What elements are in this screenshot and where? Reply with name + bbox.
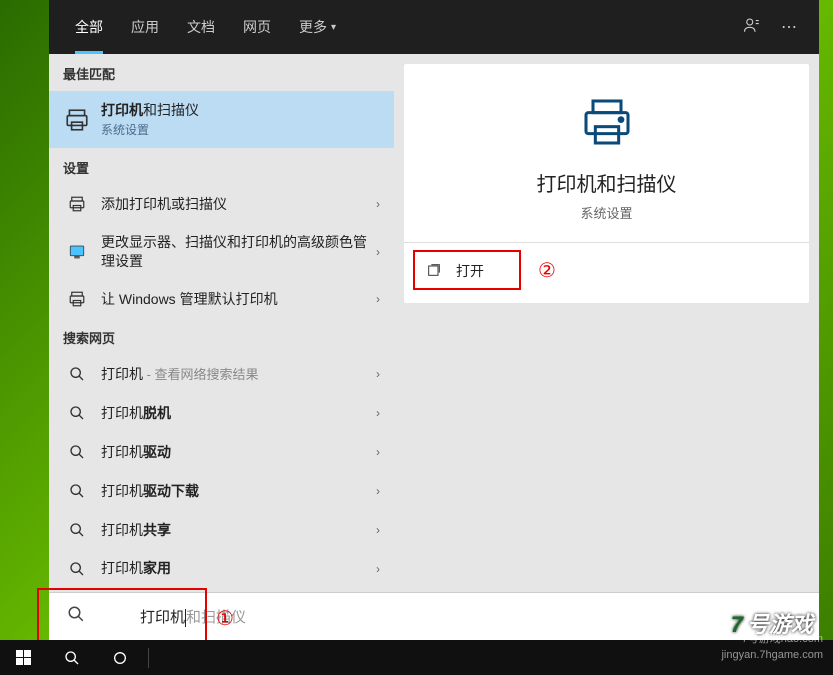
open-button[interactable]: 打开 xyxy=(404,251,809,291)
annotation-label-1: ① xyxy=(216,606,234,631)
feedback-icon[interactable] xyxy=(733,16,771,39)
start-button[interactable] xyxy=(0,640,48,675)
web-result-item[interactable]: 打印机驱动下载 › xyxy=(49,472,394,511)
search-icon xyxy=(63,405,91,421)
chevron-right-icon: › xyxy=(376,292,380,306)
printer-icon xyxy=(63,107,91,133)
web-result-item[interactable]: 打印机家用 › xyxy=(49,549,394,588)
preview-pane: 打印机和扫描仪 系统设置 打开 xyxy=(394,54,819,640)
chevron-down-icon: ▾ xyxy=(331,22,336,33)
results-list: 最佳匹配 打印机和扫描仪 系统设置 设置 添加打印机或扫描仪 › 更改显示器、扫… xyxy=(49,54,394,640)
taskbar xyxy=(0,640,833,675)
windows-search-panel: 全部 应用 文档 网页 更多▾ ⋯ 最佳匹配 打印机和扫描仪 系统设置 设置 xyxy=(49,0,819,640)
tab-docs[interactable]: 文档 xyxy=(173,0,229,54)
search-tabs: 全部 应用 文档 网页 更多▾ ⋯ xyxy=(49,0,819,54)
search-icon xyxy=(63,561,91,577)
open-icon xyxy=(426,262,442,281)
tab-web[interactable]: 网页 xyxy=(229,0,285,54)
search-icon xyxy=(63,444,91,460)
section-settings: 设置 xyxy=(49,148,394,185)
monitor-icon xyxy=(63,243,91,261)
chevron-right-icon: › xyxy=(376,562,380,576)
search-icon xyxy=(67,605,85,628)
web-result-item[interactable]: 打印机 - 查看网络搜索结果 › xyxy=(49,355,394,394)
web-result-item[interactable]: 打印机脱机 › xyxy=(49,394,394,433)
chevron-right-icon: › xyxy=(376,245,380,259)
section-web-search: 搜索网页 xyxy=(49,318,394,355)
settings-item-add-printer[interactable]: 添加打印机或扫描仪 › xyxy=(49,185,394,223)
search-bar[interactable]: 打印机和扫描仪 xyxy=(49,592,819,640)
chevron-right-icon: › xyxy=(376,523,380,537)
annotation-label-2: ② xyxy=(538,258,556,283)
web-result-item[interactable]: 打印机驱动 › xyxy=(49,433,394,472)
cortana-button[interactable] xyxy=(96,640,144,675)
tab-apps[interactable]: 应用 xyxy=(117,0,173,54)
taskbar-search-button[interactable] xyxy=(48,640,96,675)
tab-more[interactable]: 更多▾ xyxy=(285,0,350,54)
chevron-right-icon: › xyxy=(376,197,380,211)
web-result-item[interactable]: 打印机共享 › xyxy=(49,511,394,550)
chevron-right-icon: › xyxy=(376,445,380,459)
preview-title: 打印机和扫描仪 xyxy=(404,168,809,197)
settings-item-default-printer[interactable]: 让 Windows 管理默认打印机 › xyxy=(49,280,394,318)
chevron-right-icon: › xyxy=(376,406,380,420)
search-input[interactable] xyxy=(99,608,801,625)
section-best-match: 最佳匹配 xyxy=(49,54,394,91)
printer-icon xyxy=(63,290,91,308)
search-icon xyxy=(63,483,91,499)
chevron-right-icon: › xyxy=(376,484,380,498)
printer-icon xyxy=(404,94,809,150)
search-icon xyxy=(63,522,91,538)
preview-subtitle: 系统设置 xyxy=(404,203,809,222)
printer-icon xyxy=(63,195,91,213)
tab-all[interactable]: 全部 xyxy=(61,0,117,54)
chevron-right-icon: › xyxy=(376,367,380,381)
settings-item-color-mgmt[interactable]: 更改显示器、扫描仪和打印机的高级颜色管理设置 › xyxy=(49,223,394,279)
search-icon xyxy=(63,366,91,382)
best-match-item[interactable]: 打印机和扫描仪 系统设置 xyxy=(49,91,394,148)
more-options-icon[interactable]: ⋯ xyxy=(771,17,807,37)
